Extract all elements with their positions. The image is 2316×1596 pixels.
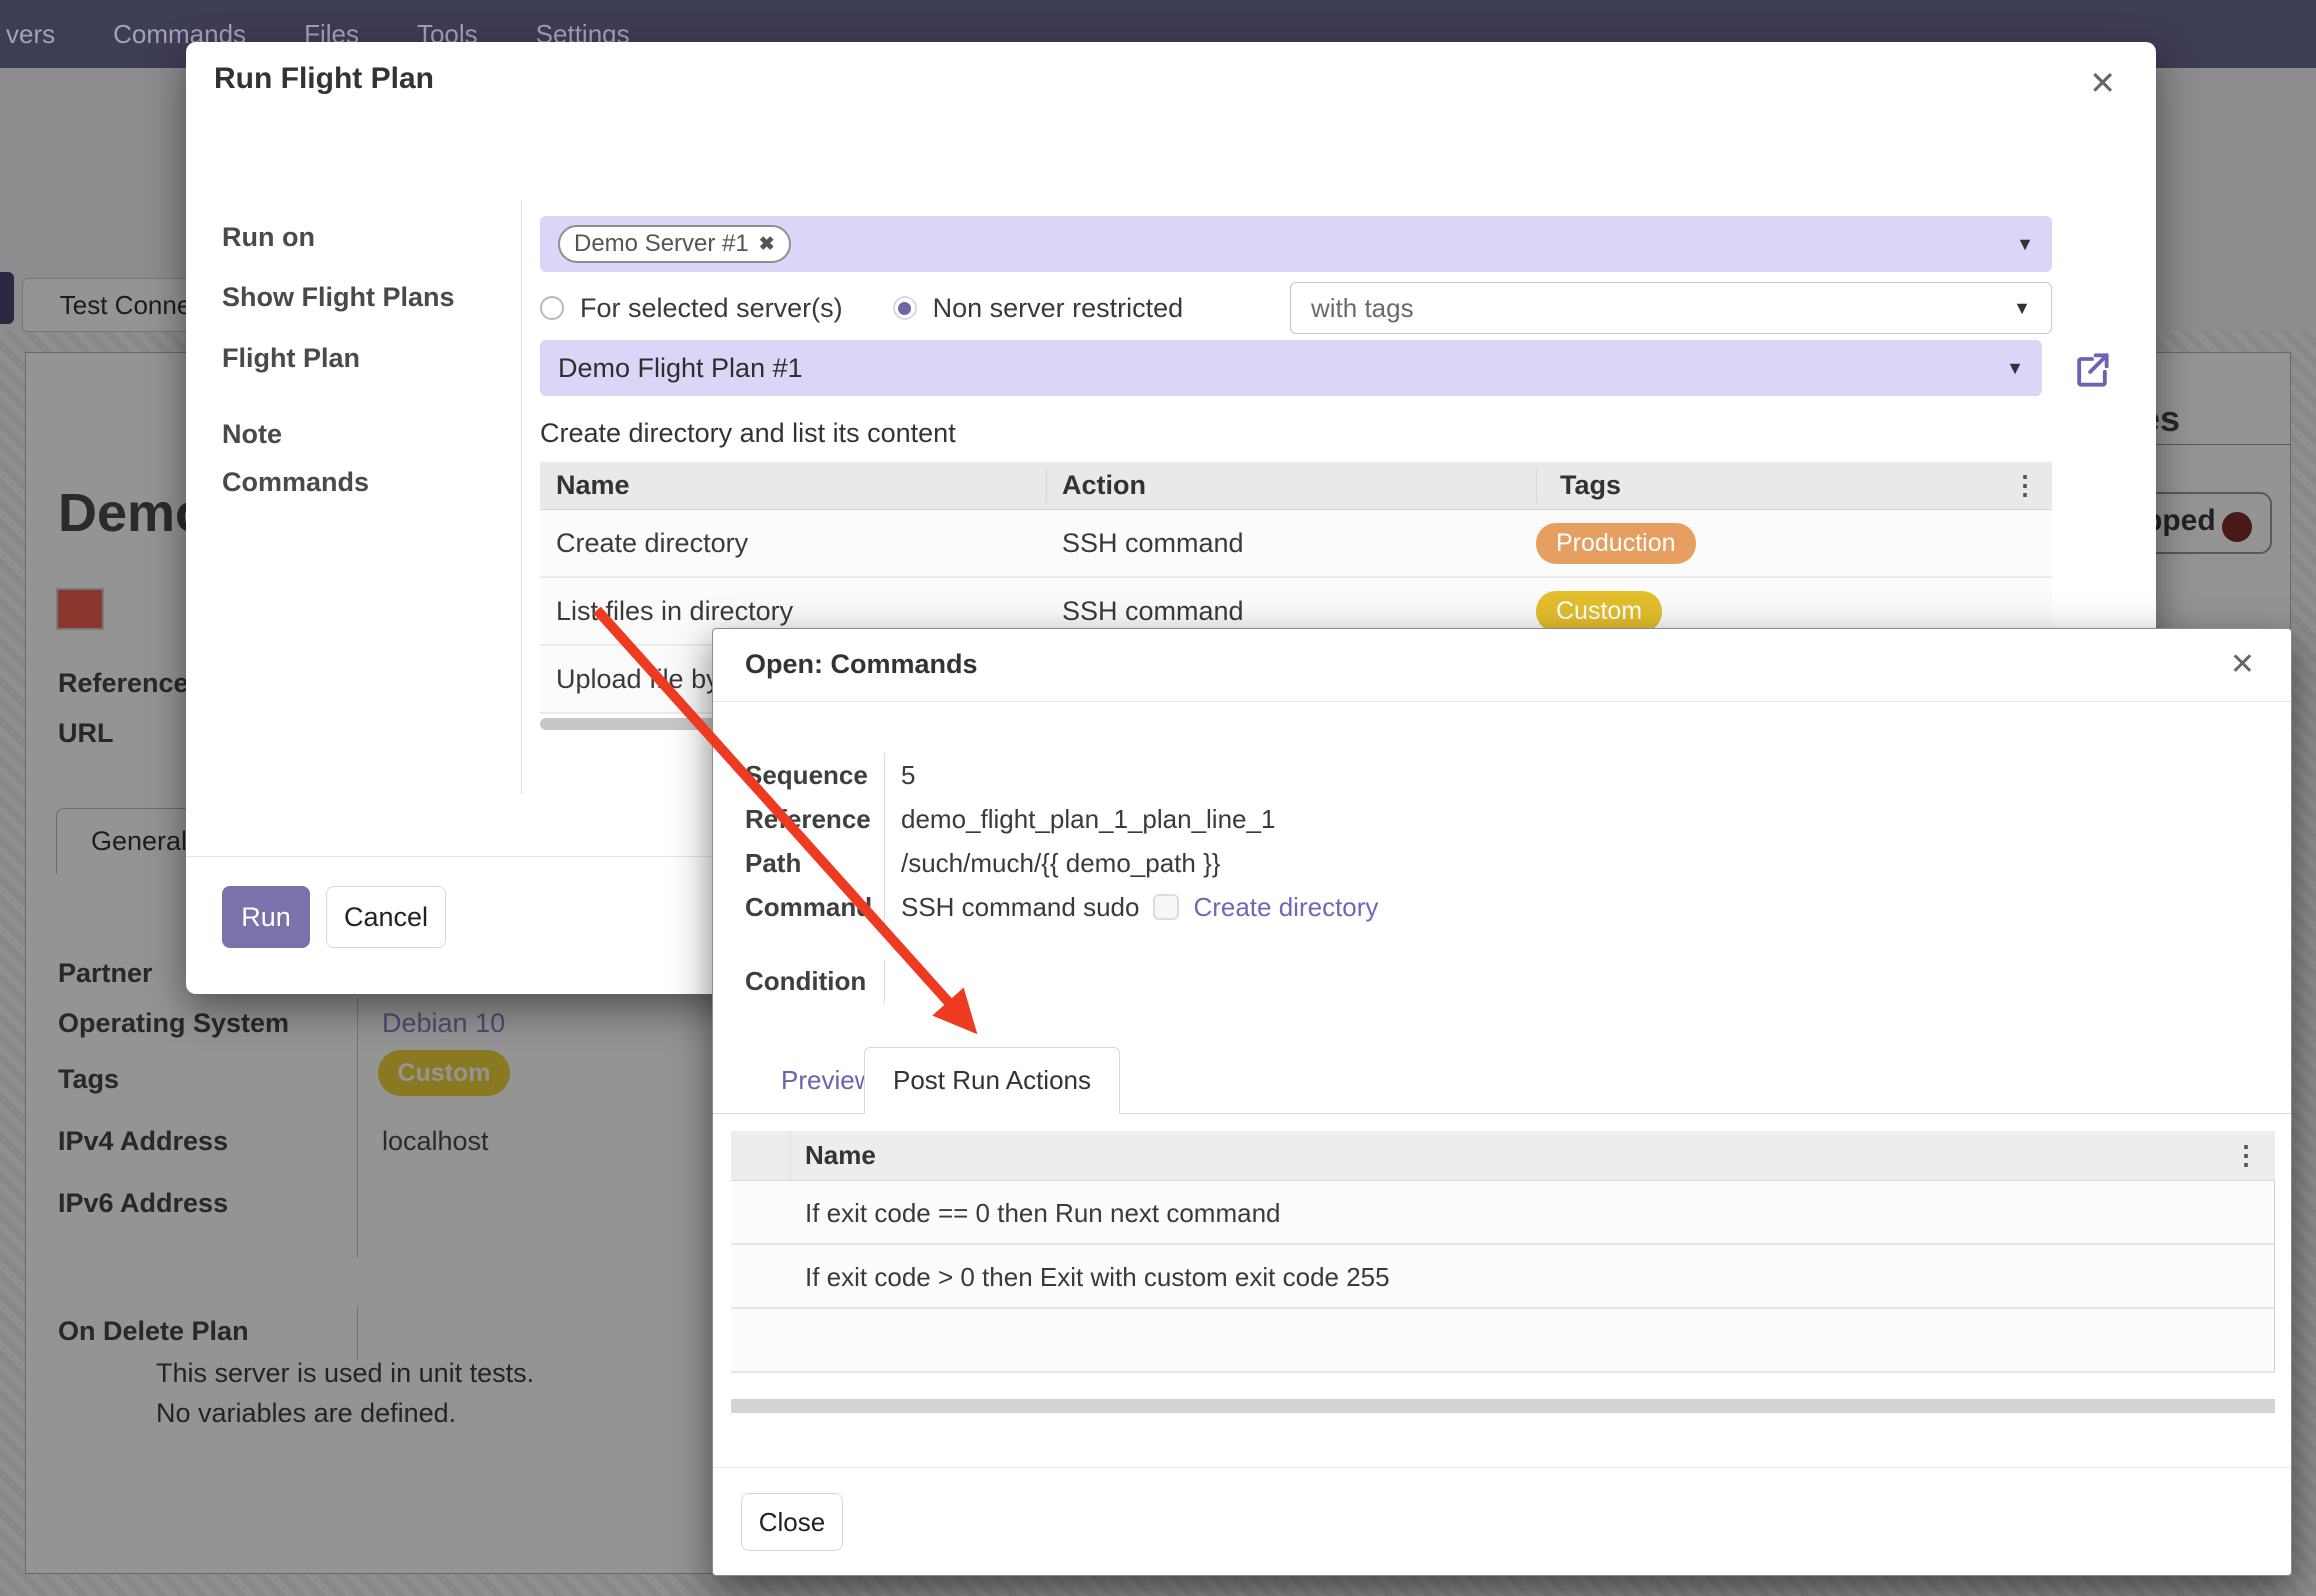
close-icon[interactable]: ✕ bbox=[2089, 64, 2116, 102]
show-flight-plans-label: Show Flight Plans bbox=[222, 282, 455, 313]
command-label: Command bbox=[745, 885, 885, 929]
server-tag-label: Demo Server #1 bbox=[574, 230, 749, 258]
col-action[interactable]: Action bbox=[1046, 470, 1536, 501]
radio-selected-servers-label: For selected server(s) bbox=[580, 293, 843, 324]
server-restriction-row: For selected server(s) Non server restri… bbox=[540, 282, 2052, 334]
server-tag-chip[interactable]: Demo Server #1 ✖ bbox=[558, 225, 791, 263]
radio-non-restricted[interactable] bbox=[893, 296, 917, 320]
path-label: Path bbox=[745, 841, 885, 885]
radio-non-restricted-label: Non server restricted bbox=[933, 293, 1184, 324]
table-row[interactable]: Create directory SSH command Production bbox=[540, 510, 2052, 578]
command-checkbox[interactable] bbox=[1153, 894, 1179, 920]
chevron-down-icon: ▼ bbox=[2016, 234, 2034, 255]
with-tags-select[interactable]: with tags ▼ bbox=[1290, 282, 2052, 334]
run-on-label: Run on bbox=[222, 222, 315, 253]
table-options-icon[interactable]: ⋮ bbox=[2012, 470, 2052, 501]
cell-name: List files in directory bbox=[540, 596, 1046, 627]
post-run-row[interactable]: If exit code > 0 then Exit with custom e… bbox=[731, 1245, 2275, 1309]
create-directory-link[interactable]: Create directory bbox=[1193, 892, 1378, 923]
cell-action: SSH command bbox=[1046, 596, 1536, 627]
plan-caption: Create directory and list its content bbox=[540, 418, 956, 449]
col-name[interactable]: Name bbox=[791, 1140, 2233, 1171]
flight-plan-select[interactable]: Demo Flight Plan #1 ▼ bbox=[540, 340, 2042, 396]
col-name[interactable]: Name bbox=[540, 470, 1046, 501]
radio-selected-servers[interactable] bbox=[540, 296, 564, 320]
field-command: Command SSH command sudo Create director… bbox=[745, 885, 2251, 929]
col-tags[interactable]: Tags bbox=[1536, 470, 2012, 501]
field-condition: Condition bbox=[745, 959, 2251, 1003]
commands-label: Commands bbox=[222, 467, 369, 498]
field-sequence: Sequence 5 bbox=[745, 753, 2251, 797]
reference-label: Reference bbox=[745, 797, 885, 841]
run-on-select[interactable]: Demo Server #1 ✖ ▼ bbox=[540, 216, 2052, 272]
tag-remove-icon[interactable]: ✖ bbox=[759, 233, 775, 256]
condition-label: Condition bbox=[745, 959, 885, 1003]
horizontal-scrollbar[interactable] bbox=[731, 1399, 2275, 1413]
field-reference: Reference demo_flight_plan_1_plan_line_1 bbox=[745, 797, 2251, 841]
modal-title: Run Flight Plan bbox=[214, 62, 434, 96]
modal-title: Open: Commands bbox=[745, 649, 978, 680]
cell-name: Create directory bbox=[540, 528, 1046, 559]
post-run-row[interactable]: If exit code == 0 then Run next command bbox=[731, 1181, 2275, 1245]
cancel-button[interactable]: Cancel bbox=[326, 886, 446, 948]
tag-badge-production: Production bbox=[1536, 523, 1696, 564]
command-value: SSH command sudo bbox=[901, 892, 1139, 923]
post-run-table-header: Name ⋮ bbox=[731, 1131, 2275, 1181]
sequence-value: 5 bbox=[885, 760, 915, 791]
with-tags-value: with tags bbox=[1311, 293, 1414, 324]
close-button[interactable]: Close bbox=[741, 1493, 843, 1551]
handle-column bbox=[731, 1131, 791, 1180]
tab-post-run-actions[interactable]: Post Run Actions bbox=[864, 1047, 1120, 1114]
post-run-row[interactable] bbox=[731, 1309, 2275, 1373]
reference-value: demo_flight_plan_1_plan_line_1 bbox=[885, 804, 1275, 835]
flight-plan-label: Flight Plan bbox=[222, 343, 360, 374]
flight-plan-value: Demo Flight Plan #1 bbox=[558, 353, 803, 384]
field-path: Path /such/much/{{ demo_path }} bbox=[745, 841, 2251, 885]
table-header: Name Action Tags ⋮ bbox=[540, 462, 2052, 510]
table-options-icon[interactable]: ⋮ bbox=[2233, 1140, 2275, 1171]
tag-badge-custom: Custom bbox=[1536, 591, 1662, 632]
nav-item-servers[interactable]: vers bbox=[6, 19, 55, 50]
run-button[interactable]: Run bbox=[222, 886, 310, 948]
path-value: /such/much/{{ demo_path }} bbox=[885, 848, 1220, 879]
header-divider bbox=[713, 701, 2291, 702]
label-column-divider bbox=[521, 200, 522, 794]
cell-action: SSH command bbox=[1046, 528, 1536, 559]
sequence-label: Sequence bbox=[745, 753, 885, 797]
chevron-down-icon: ▼ bbox=[2013, 298, 2031, 319]
note-label: Note bbox=[222, 419, 282, 450]
footer-divider bbox=[713, 1467, 2291, 1468]
close-icon[interactable]: ✕ bbox=[2230, 647, 2255, 682]
chevron-down-icon: ▼ bbox=[2006, 358, 2024, 379]
open-commands-modal: Open: Commands ✕ Sequence 5 Reference de… bbox=[712, 628, 2292, 1576]
external-link-icon[interactable] bbox=[2070, 348, 2114, 397]
